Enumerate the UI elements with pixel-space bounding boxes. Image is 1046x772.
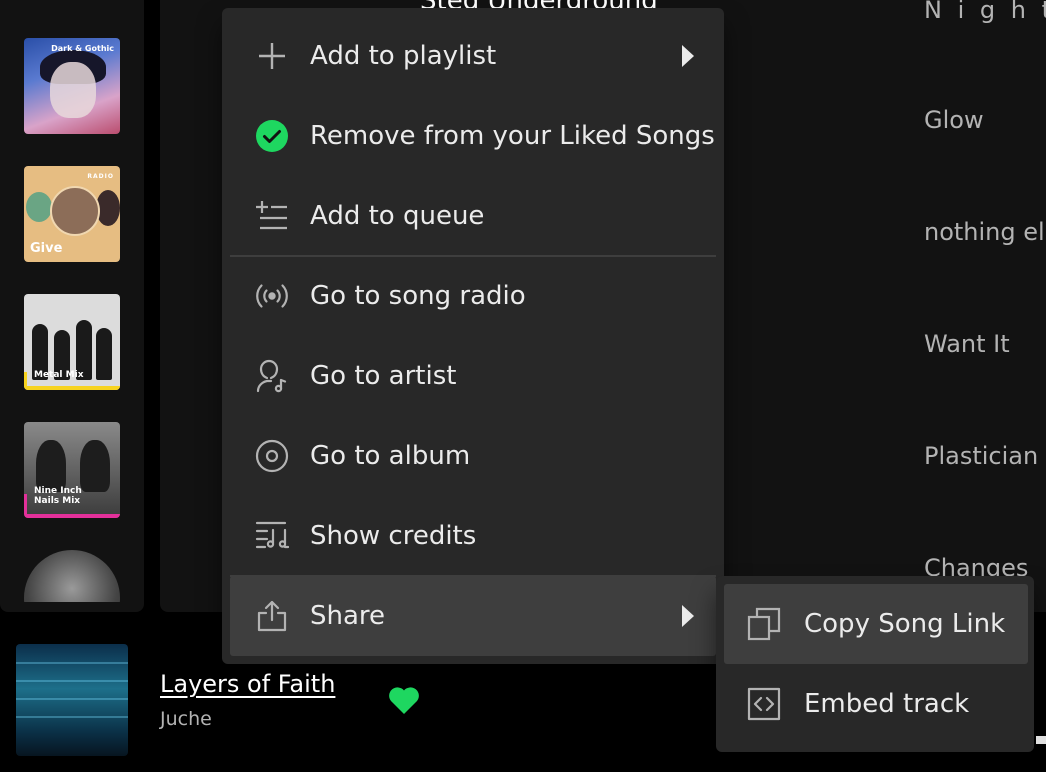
menu-item-label: Add to queue — [310, 201, 485, 231]
cover-art-shape — [26, 192, 52, 222]
track-title[interactable]: nothing el — [924, 218, 1045, 246]
library-tile-dark-gothic[interactable]: Dark & Gothic — [24, 38, 120, 134]
track-title[interactable]: Plastician — [924, 442, 1038, 470]
cover-art-shape — [96, 328, 112, 380]
copy-icon — [746, 606, 782, 642]
tile-badge: RADIO — [87, 173, 114, 180]
credits-icon — [254, 518, 290, 554]
menu-item-label: Go to album — [310, 441, 471, 471]
add-queue-icon — [254, 198, 290, 234]
library-tile-metal-mix[interactable]: Metal Mix — [24, 294, 120, 390]
menu-item-go-to-artist[interactable]: Go to artist — [230, 336, 716, 416]
now-playing-title[interactable]: Layers of Faith — [160, 670, 335, 698]
cover-art-shape — [36, 440, 66, 492]
cover-art-shape — [50, 62, 96, 118]
cover-art-shape — [16, 716, 128, 718]
progress-bar-fragment[interactable] — [1036, 736, 1046, 744]
submenu-item-embed-track[interactable]: Embed track — [724, 664, 1028, 744]
mix-accent-bar — [24, 386, 120, 390]
now-playing-cover[interactable] — [16, 644, 128, 756]
radio-icon — [254, 278, 290, 314]
menu-item-song-radio[interactable]: Go to song radio — [230, 256, 716, 336]
album-icon — [254, 438, 290, 474]
menu-item-label: Share — [310, 601, 386, 631]
submenu-arrow-icon — [682, 45, 694, 67]
tile-label: Dark & Gothic — [51, 44, 114, 53]
cover-art-shape — [50, 186, 100, 236]
artist-icon — [254, 358, 290, 394]
library-tile-artist[interactable] — [24, 550, 120, 602]
submenu-item-copy-song-link[interactable]: Copy Song Link — [724, 584, 1028, 664]
tile-label: Nine Inch Nails Mix — [34, 486, 82, 506]
tile-label: Give — [30, 241, 63, 256]
cover-art-shape — [16, 680, 128, 682]
embed-icon — [746, 686, 782, 722]
menu-item-label: Show credits — [310, 521, 477, 551]
submenu-arrow-icon — [682, 605, 694, 627]
menu-item-share[interactable]: Share — [230, 576, 716, 656]
cover-art-shape — [16, 662, 128, 664]
submenu-item-label: Copy Song Link — [804, 609, 1006, 639]
plus-icon — [254, 38, 290, 74]
menu-item-add-to-playlist[interactable]: Add to playlist — [230, 16, 716, 96]
now-playing-artist[interactable]: Juche — [160, 708, 212, 730]
menu-item-label: Remove from your Liked Songs — [310, 121, 715, 151]
heart-icon[interactable] — [386, 682, 422, 718]
library-tile-give-radio[interactable]: RADIO Give — [24, 166, 120, 262]
library-sidebar: Dark & Gothic RADIO Give Metal Mix Nine … — [0, 0, 144, 612]
cover-art-shape — [16, 698, 128, 700]
menu-item-add-to-queue[interactable]: Add to queue — [230, 176, 716, 256]
cover-art-shape — [80, 440, 110, 492]
menu-item-show-credits[interactable]: Show credits — [230, 496, 716, 576]
menu-item-label: Go to song radio — [310, 281, 526, 311]
track-title[interactable]: N i g h t D — [924, 0, 1046, 24]
menu-item-label: Add to playlist — [310, 41, 497, 71]
check-circle-icon — [254, 118, 290, 154]
menu-item-label: Go to artist — [310, 361, 457, 391]
library-tile-nine-inch-nails-mix[interactable]: Nine Inch Nails Mix — [24, 422, 120, 518]
mix-accent-bar — [24, 372, 27, 386]
track-context-menu: Add to playlist Remove from your Liked S… — [222, 8, 724, 664]
track-title[interactable]: Want It — [924, 330, 1010, 358]
mix-accent-bar — [24, 514, 120, 518]
menu-item-remove-liked[interactable]: Remove from your Liked Songs — [230, 96, 716, 176]
submenu-item-label: Embed track — [804, 689, 970, 719]
library-list: Dark & Gothic RADIO Give Metal Mix Nine … — [0, 0, 144, 602]
menu-item-go-to-album[interactable]: Go to album — [230, 416, 716, 496]
share-icon — [254, 598, 290, 634]
mix-accent-bar — [24, 494, 27, 514]
tile-label: Metal Mix — [34, 370, 84, 380]
track-title[interactable]: Glow — [924, 106, 984, 134]
share-submenu: Copy Song Link Embed track — [716, 576, 1034, 752]
